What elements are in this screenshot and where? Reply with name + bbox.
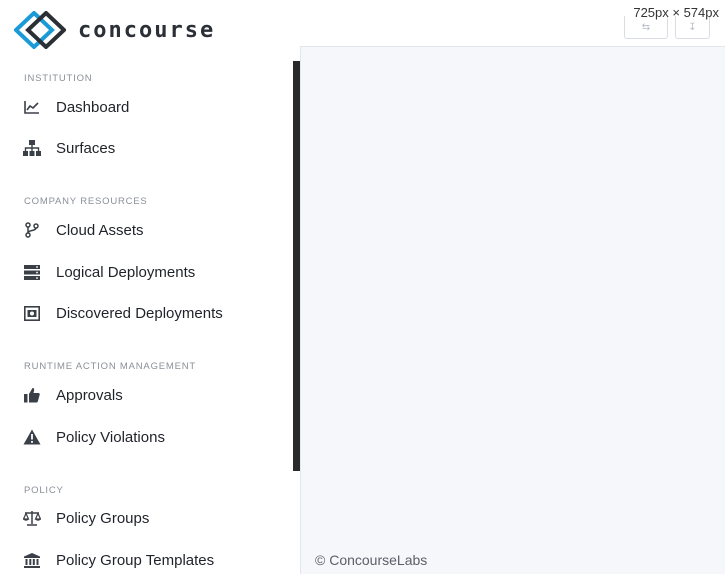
- section-label-policy: POLICY: [24, 485, 64, 496]
- warning-icon: [23, 428, 41, 446]
- section-label-institution: INSTITUTION: [24, 73, 93, 84]
- swap-icon: ⇆: [641, 21, 651, 33]
- sidebar-item-label: Surfaces: [56, 139, 116, 157]
- sidebar-item-dashboard[interactable]: Dashboard: [0, 89, 290, 125]
- sidebar-item-approvals[interactable]: Approvals: [0, 377, 290, 413]
- footer-copyright: © ConcourseLabs: [315, 552, 428, 568]
- sidebar-item-discovered-deployments[interactable]: Discovered Deployments: [0, 295, 290, 331]
- concourse-logo-icon: [14, 11, 66, 49]
- scan-icon: [23, 304, 41, 322]
- concourse-logo[interactable]: concourse: [14, 11, 215, 49]
- thumbs-up-icon: [23, 386, 41, 404]
- server-icon: [23, 263, 41, 281]
- sitemap-icon: [23, 139, 41, 157]
- sidebar: INSTITUTION Dashboard Surfaces COMPANY R…: [0, 60, 293, 574]
- section-label-company-resources: COMPANY RESOURCES: [24, 196, 148, 207]
- sidebar-scrollbar[interactable]: [293, 61, 300, 471]
- sidebar-item-cloud-assets[interactable]: Cloud Assets: [0, 212, 290, 248]
- sidebar-item-logical-deployments[interactable]: Logical Deployments: [0, 254, 290, 290]
- sidebar-item-policy-violations[interactable]: Policy Violations: [0, 419, 290, 455]
- sidebar-item-label: Logical Deployments: [56, 263, 196, 281]
- code-branch-icon: [23, 221, 41, 239]
- sidebar-item-label: Policy Groups: [56, 509, 150, 527]
- balance-scale-icon: [23, 509, 41, 527]
- sidebar-item-policy-group-templates[interactable]: Policy Group Templates: [0, 542, 290, 574]
- sidebar-item-label: Policy Group Templates: [56, 551, 215, 569]
- screenshot-dimensions: 725px × 574px: [633, 5, 719, 20]
- institution-icon: [23, 551, 41, 569]
- download-icon: ↧: [688, 21, 697, 33]
- sidebar-item-policy-groups[interactable]: Policy Groups: [0, 500, 290, 536]
- logo-text: concourse: [78, 17, 216, 43]
- sidebar-item-surfaces[interactable]: Surfaces: [0, 130, 290, 166]
- sidebar-item-label: Approvals: [56, 386, 123, 404]
- sidebar-item-label: Discovered Deployments: [56, 304, 223, 322]
- section-label-runtime-action-management: RUNTIME ACTION MANAGEMENT: [24, 361, 197, 372]
- main-content: © ConcourseLabs: [300, 46, 725, 574]
- chart-line-icon: [23, 98, 41, 116]
- sidebar-item-label: Dashboard: [56, 98, 130, 116]
- sidebar-item-label: Policy Violations: [56, 428, 165, 446]
- sidebar-item-label: Cloud Assets: [56, 221, 144, 239]
